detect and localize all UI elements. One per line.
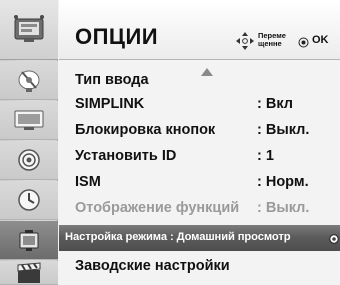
sidebar-item-audio[interactable] [0, 141, 58, 180]
menu-item-ism[interactable]: ISM : Норм. [59, 170, 340, 194]
ok-hint-label: OK [312, 34, 329, 46]
menu-item-function-display: Отображение функций : Выкл. [59, 196, 340, 220]
dpad-arrows-icon [235, 31, 255, 56]
menu-item-value: : Выкл. [257, 200, 310, 216]
menu-item-value: : Выкл. [257, 122, 310, 138]
options-list: Тип ввода SIMPLINK : Вкл Блокировка кноп… [59, 61, 340, 285]
menu-item-label: Блокировка кнопок [75, 122, 216, 138]
category-sidebar [0, 0, 58, 285]
menu-item-value: : Норм. [257, 174, 309, 190]
menu-item-key-lock[interactable]: Блокировка кнопок : Выкл. [59, 118, 340, 142]
menu-item-factory-reset[interactable]: Заводские настройки [59, 253, 340, 277]
clock-icon [15, 186, 43, 214]
sidebar-item-setup[interactable] [0, 61, 58, 100]
selector-knob-icon [329, 232, 339, 248]
picture-screen-icon [13, 108, 45, 132]
ok-button-icon [298, 35, 309, 53]
clapperboard-icon [15, 261, 43, 284]
menu-item-label: SIMPLINK [75, 96, 145, 112]
menu-header: ОПЦИИ Переме щенне OK [59, 0, 340, 60]
menu-item-label: Установить ID [75, 148, 177, 164]
audio-speaker-icon [15, 146, 43, 174]
sidebar-item-picture[interactable] [0, 101, 58, 140]
sidebar-item-time[interactable] [0, 181, 58, 220]
menu-item-label: Тип ввода [75, 72, 149, 88]
menu-item-set-id[interactable]: Установить ID : 1 [59, 144, 340, 168]
menu-item-label: Отображение функций [75, 200, 240, 216]
menu-item-input-type[interactable]: Тип ввода [59, 68, 340, 92]
menu-item-label: Настройка режима : Домашний просмотр [65, 231, 291, 243]
menu-item-label: Заводские настройки [75, 258, 230, 274]
sidebar-item-media[interactable] [0, 261, 58, 285]
options-tv-icon [12, 12, 46, 46]
sidebar-header [0, 0, 58, 60]
menu-item-value: : 1 [257, 148, 274, 164]
options-menu-screen: ОПЦИИ Переме щенне OK Тип ввода SIMPLINK… [0, 0, 340, 285]
options-lock-icon [15, 226, 43, 254]
menu-item-simplink[interactable]: SIMPLINK : Вкл [59, 92, 340, 116]
menu-item-label: ISM [75, 174, 101, 190]
page-title: ОПЦИИ [75, 24, 159, 49]
menu-item-mode-setting[interactable]: Настройка режима : Домашний просмотр [59, 225, 340, 251]
antenna-dish-icon [14, 66, 44, 94]
move-hint-label: Переме щенне [258, 31, 286, 48]
sidebar-item-options[interactable] [0, 221, 58, 260]
menu-item-value: : Вкл [257, 96, 293, 112]
